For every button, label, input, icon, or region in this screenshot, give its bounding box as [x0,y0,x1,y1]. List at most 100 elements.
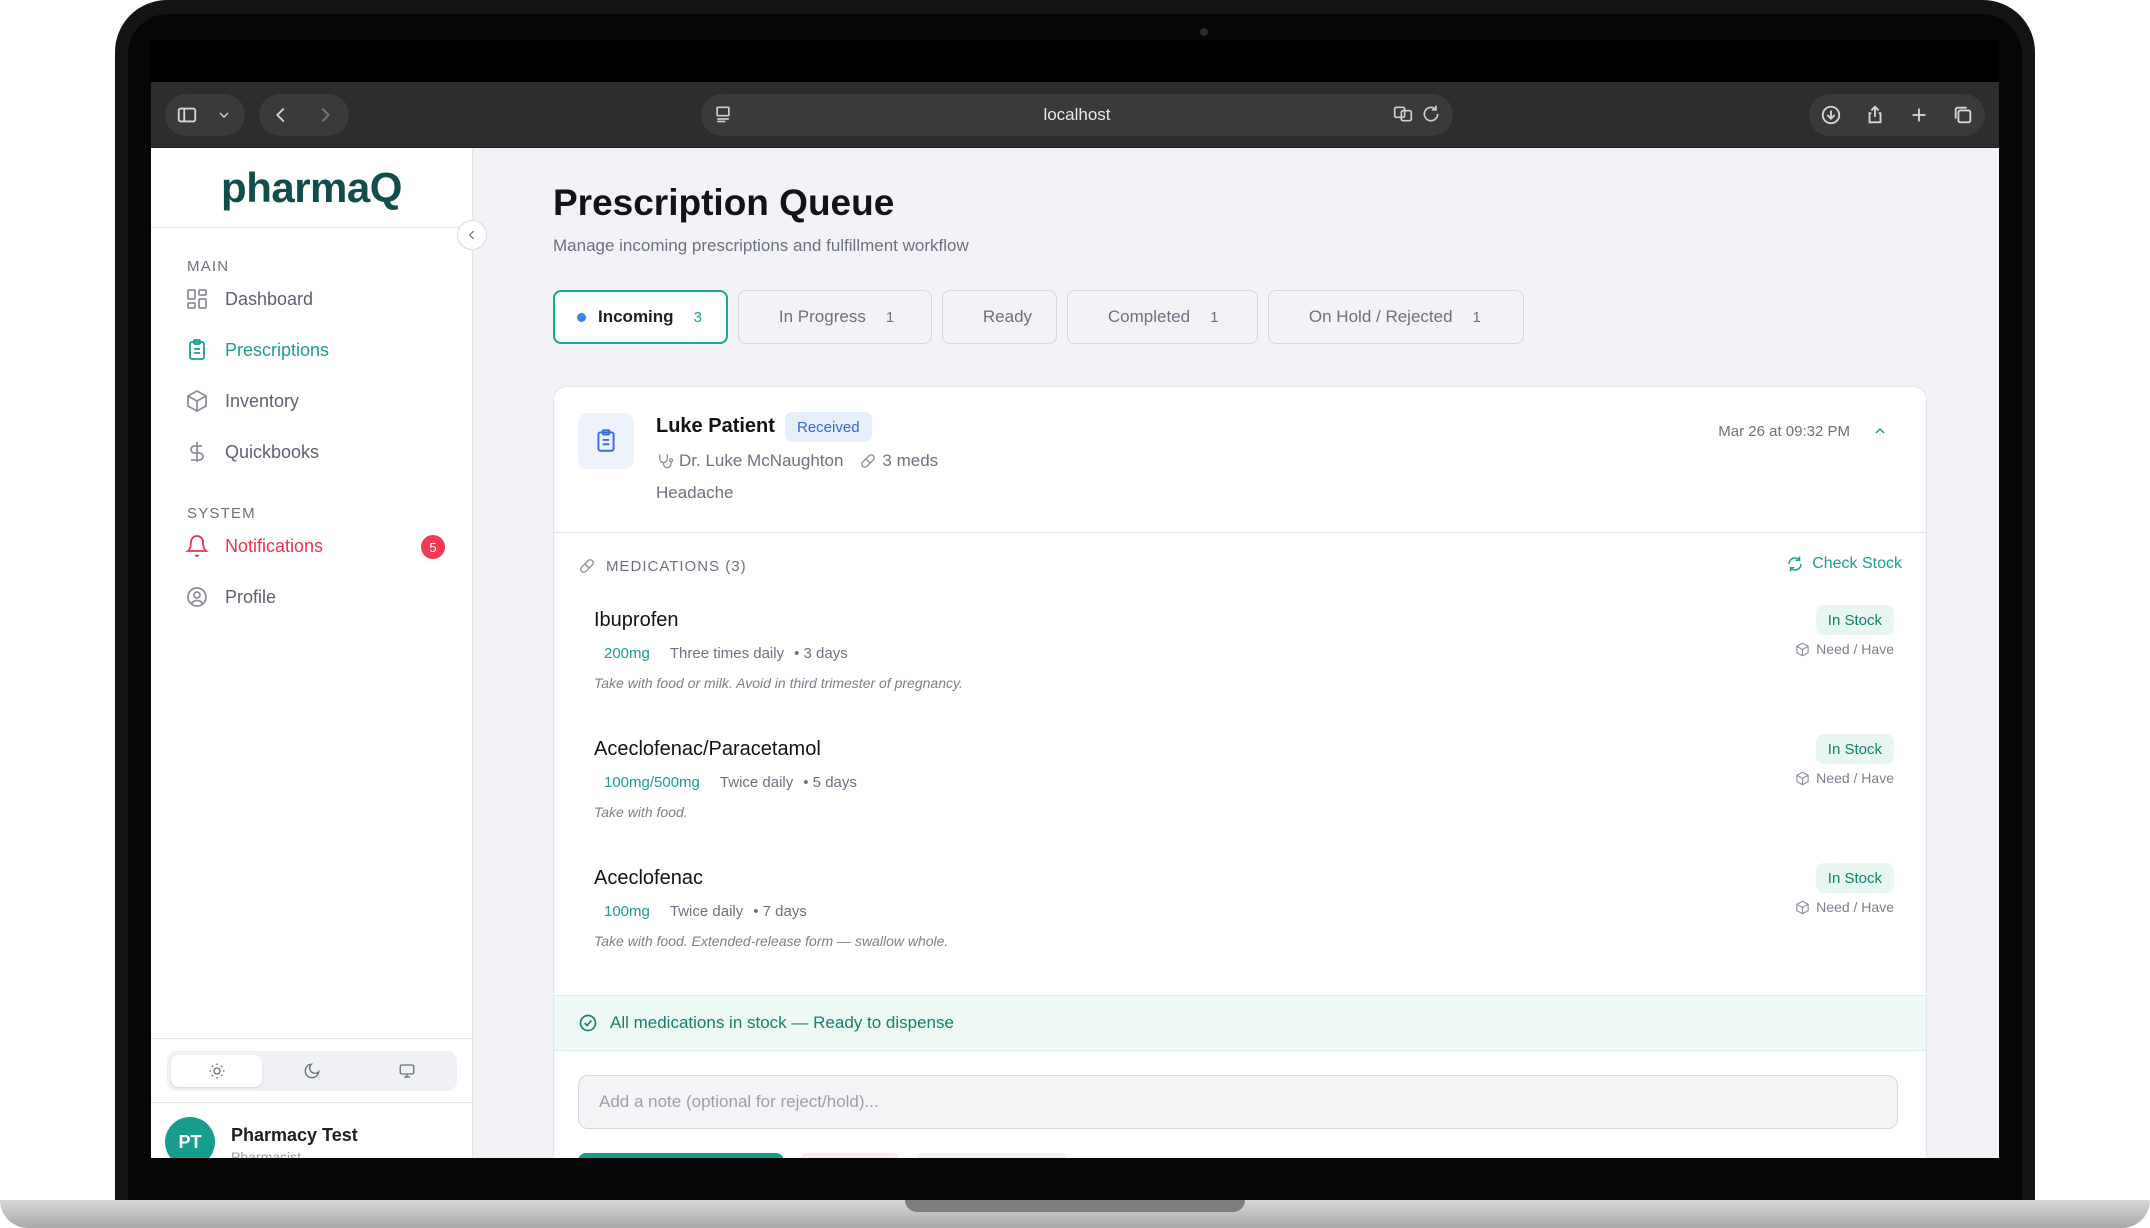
browser-actions [1809,94,1985,136]
tab-in-progress[interactable]: In Progress 1 [737,290,932,344]
share-icon[interactable] [1853,94,1897,136]
box-icon [1796,900,1809,914]
prescription-card: Luke Patient Received Dr. Luke McNaughto… [553,386,1927,1158]
medication-frequency: Twice daily [719,774,794,791]
sidebar-item-inventory[interactable]: Inventory [185,381,445,421]
tab-incoming[interactable]: Incoming 3 [553,290,728,344]
medication-item: Aceclofenac 100mg Twice daily • 7 days T… [594,863,1894,977]
card-divider [554,532,1926,533]
sidebar-toggle-icon[interactable] [165,94,209,136]
sidebar-item-prescriptions[interactable]: Prescriptions [185,330,445,370]
patient-name: Luke Patient [656,415,775,437]
doctor-name: Dr. Luke McNaughton [679,451,844,470]
translate-icon[interactable] [1393,104,1413,129]
medication-details: 200mg Three times daily • 3 days [604,645,848,662]
tab-label: Ready [982,307,1033,326]
reject-button[interactable] [800,1153,900,1158]
check-stock-button[interactable]: Check Stock [1786,555,1902,573]
tab-ready[interactable]: Ready [941,290,1057,344]
download-icon[interactable] [1809,94,1853,136]
medication-name: Aceclofenac [594,867,703,889]
status-dot [577,312,586,322]
tab-count: 3 [693,308,702,326]
hold-button[interactable] [916,1153,1068,1158]
medication-name: Ibuprofen [594,609,679,631]
user-role: Pharmacist [231,1149,302,1158]
stock-badge: In Stock [1815,605,1894,635]
box-icon [187,389,207,413]
tab-label: Completed [1107,307,1191,326]
medication-details: 100mg/500mg Twice daily • 5 days [604,774,857,791]
monitor-icon [399,1064,415,1078]
theme-system-button[interactable] [362,1055,453,1087]
check-circle-icon [579,1014,597,1032]
theme-dark-button[interactable] [266,1055,357,1087]
sidebar-item-notifications[interactable]: Notifications 5 [185,526,445,566]
sidebar-item-quickbooks[interactable]: Quickbooks [185,432,445,472]
notification-count-badge: 5 [421,535,445,559]
chevron-up-icon [1875,427,1885,434]
ready-message: All medications in stock — Ready to disp… [610,1013,954,1032]
reload-icon[interactable] [1421,104,1441,129]
prescription-timestamp: Mar 26 at 09:32 PM [1718,423,1850,440]
theme-light-button[interactable] [171,1055,263,1087]
logo-area: pharmaQ [151,148,472,228]
pill-icon [861,454,876,468]
sidebar-item-label: Dashboard [225,288,314,309]
history-nav [259,94,349,136]
avatar: PT [165,1117,215,1158]
moon-icon [304,1063,320,1079]
need-have-label: Need / Have [1816,899,1894,915]
page-menu-icon[interactable] [713,104,733,129]
need-have-label: Need / Have [1816,641,1894,657]
forward-icon[interactable] [303,94,347,136]
primary-action-button[interactable] [578,1153,784,1158]
medication-duration: • 3 days [794,645,848,662]
note-input[interactable] [578,1075,1898,1129]
logo[interactable]: pharmaQ [221,164,402,212]
sidebar-item-dashboard[interactable]: Dashboard [185,279,445,319]
sidebar-item-label: Profile [225,586,277,607]
tab-label: In Progress [778,307,866,326]
screen: localhost pharmaQ MAIN Dashboard Prescri… [151,40,1999,1158]
medication-note: Take with food. [594,804,688,820]
clipboard-icon [189,339,205,360]
medications-header: MEDICATIONS (3) [578,557,747,575]
user-card[interactable]: PT Pharmacy Test Pharmacist [151,1102,473,1158]
chevron-down-icon[interactable] [209,94,239,136]
medication-duration: • 7 days [753,903,807,920]
main-content: Prescription Queue Manage incoming presc… [473,148,1999,1158]
need-have-indicator: Need / Have [1795,899,1894,915]
tab-label: Incoming [598,307,674,326]
meds-count: 3 meds [882,451,939,470]
tab-count: 1 [1210,308,1219,326]
stethoscope-icon [659,454,674,469]
tab-on-hold-rejected[interactable]: On Hold / Rejected 1 [1267,290,1524,344]
diagnosis: Headache [656,483,734,502]
sidebar-item-label: Quickbooks [225,441,320,462]
address-bar[interactable]: localhost [701,94,1453,136]
sidebar-item-label: Notifications [225,535,324,556]
tab-overview-icon[interactable] [1941,94,1985,136]
medication-frequency: Twice daily [669,903,744,920]
meds-count-info: 3 meds [859,451,938,471]
theme-area [151,1038,473,1102]
laptop-notch [905,1200,1245,1212]
stock-badge: In Stock [1815,863,1894,893]
medication-frequency: Three times daily [669,645,785,662]
need-have-label: Need / Have [1816,770,1894,786]
collapse-card-button[interactable] [1872,423,1888,444]
back-icon[interactable] [259,94,303,136]
page-subtitle: Manage incoming prescriptions and fulfil… [553,236,969,255]
dollar-icon [190,442,204,462]
tab-completed[interactable]: Completed 1 [1066,290,1258,344]
new-tab-icon[interactable] [1897,94,1941,136]
status-badge: Received [785,412,872,442]
theme-switch [167,1051,457,1091]
prescription-meta: Dr. Luke McNaughton 3 meds [656,451,938,471]
sun-icon [209,1063,225,1079]
url-text: localhost [1043,105,1111,124]
sidebar-item-profile[interactable]: Profile [185,577,445,617]
check-stock-label: Check Stock [1812,555,1902,572]
sidebar-toggle-group[interactable] [165,94,245,136]
